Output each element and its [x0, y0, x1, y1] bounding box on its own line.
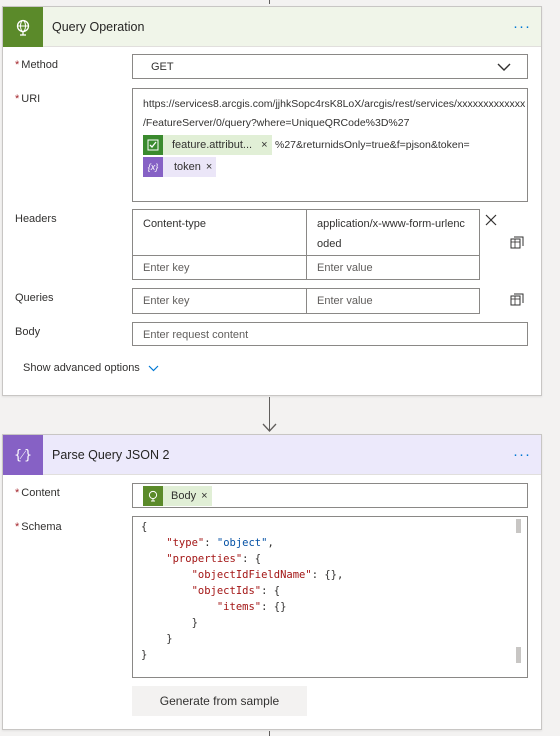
- scrollbar-thumb[interactable]: [516, 647, 521, 663]
- header-value-cell[interactable]: application/x-www-form-urlenc oded: [306, 209, 480, 256]
- header-key-value: Content-type: [143, 218, 206, 230]
- globe-icon: [3, 6, 43, 47]
- schema-line: "type": "object",: [141, 537, 274, 549]
- more-options-button[interactable]: ···: [513, 446, 531, 463]
- chevron-down-icon: [148, 365, 159, 371]
- uri-input[interactable]: https://services8.arcgis.com/jjhkSopc4rs…: [132, 88, 528, 202]
- method-value: GET: [151, 61, 174, 73]
- query-operation-title: Query Operation: [52, 19, 145, 34]
- schema-line: }: [141, 617, 198, 629]
- header-new-value-input[interactable]: Enter value: [306, 255, 480, 280]
- schema-label: * Schema: [15, 521, 62, 533]
- content-label: * Content: [15, 487, 60, 499]
- method-label: * Method: [15, 59, 58, 71]
- remove-token-icon[interactable]: ×: [206, 161, 212, 173]
- feature-attribute-token[interactable]: feature.attribut... ×: [143, 135, 272, 155]
- header-value-line-2: oded: [317, 238, 342, 250]
- schema-line: "objectIds": {: [141, 585, 281, 597]
- expression-icon: {x}: [143, 157, 163, 177]
- chevron-down-icon: [497, 63, 511, 71]
- globe-icon: [143, 486, 163, 506]
- switch-to-text-mode-icon[interactable]: [510, 293, 524, 306]
- switch-to-text-mode-icon[interactable]: [510, 236, 524, 249]
- schema-line: "items": {}: [141, 601, 287, 613]
- headers-label: Headers: [15, 213, 57, 225]
- uri-line-3: %27&returnidsOnly=true&f=pjson&token=: [275, 139, 470, 151]
- scrollbar-thumb[interactable]: [516, 519, 521, 533]
- top-connector: [269, 0, 270, 4]
- schema-line: }: [141, 633, 173, 645]
- schema-editor[interactable]: { "type": "object", "properties": { "obj…: [132, 516, 528, 678]
- content-input[interactable]: Body ×: [132, 483, 528, 508]
- parse-json-title: Parse Query JSON 2: [52, 447, 170, 462]
- table-check-icon: [143, 135, 163, 155]
- braces-icon: {⁄}: [3, 434, 43, 475]
- arrow-down-icon: [262, 423, 277, 432]
- parse-json-card: {⁄} Parse Query JSON 2 ··· * Content Body…: [2, 434, 542, 730]
- uri-label: * URI: [15, 93, 41, 105]
- bottom-connector: [269, 731, 270, 736]
- schema-line: }: [141, 649, 148, 661]
- method-select[interactable]: GET: [132, 54, 528, 79]
- remove-token-icon[interactable]: ×: [261, 139, 267, 151]
- header-new-key-input[interactable]: Enter key: [132, 255, 307, 280]
- close-icon[interactable]: [485, 214, 497, 226]
- body-token[interactable]: Body ×: [143, 486, 212, 506]
- show-advanced-options-label: Show advanced options: [23, 362, 140, 374]
- header-key-cell[interactable]: Content-type: [132, 209, 307, 256]
- schema-line: "objectIdFieldName": {},: [141, 569, 344, 581]
- parse-json-header[interactable]: {⁄} Parse Query JSON 2 ···: [3, 434, 541, 475]
- query-value-input[interactable]: Enter value: [306, 288, 480, 314]
- query-key-input[interactable]: Enter key: [132, 288, 307, 314]
- generate-from-sample-button[interactable]: Generate from sample: [132, 686, 307, 716]
- body-label: Body: [15, 326, 41, 338]
- token-expression-label: token: [174, 161, 201, 173]
- uri-line-1: https://services8.arcgis.com/jjhkSopc4rs…: [143, 98, 525, 110]
- header-value-line-1: application/x-www-form-urlenc: [317, 218, 465, 230]
- remove-token-icon[interactable]: ×: [201, 490, 207, 502]
- queries-label: Queries: [15, 292, 54, 304]
- show-advanced-options-toggle[interactable]: Show advanced options: [23, 362, 159, 374]
- feature-attribute-token-label: feature.attribut...: [172, 139, 253, 151]
- body-input[interactable]: Enter request content: [132, 322, 528, 346]
- query-operation-card: Query Operation ··· * Method GET * URI htt…: [2, 6, 542, 396]
- query-operation-header[interactable]: Query Operation ···: [3, 6, 541, 47]
- schema-line: "properties": {: [141, 553, 262, 565]
- body-token-label: Body: [171, 490, 197, 502]
- more-options-button[interactable]: ···: [513, 18, 531, 35]
- token-expression-token[interactable]: {x} token ×: [143, 157, 217, 177]
- uri-line-2: /FeatureServer/0/query?where=UniqueQRCod…: [143, 117, 410, 129]
- schema-line: {: [141, 521, 148, 533]
- generate-from-sample-label: Generate from sample: [159, 694, 280, 708]
